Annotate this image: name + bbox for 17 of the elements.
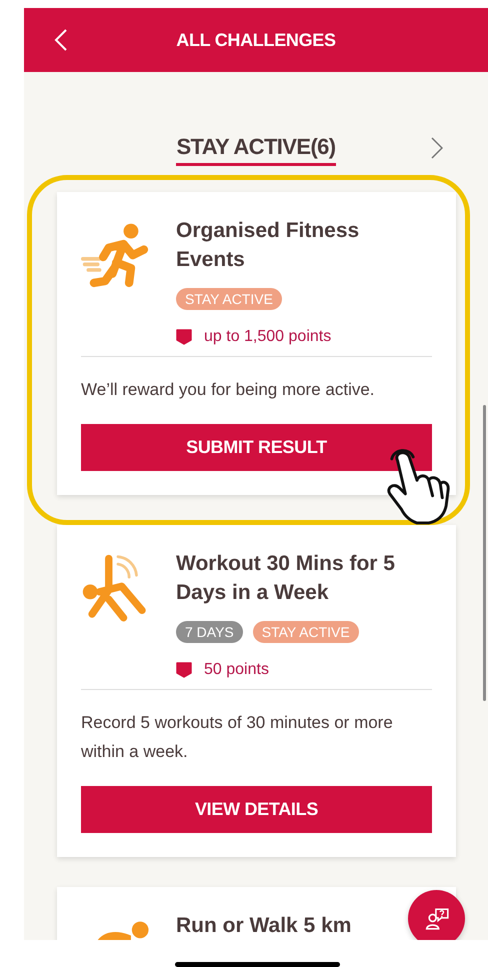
challenge-card[interactable]: Organised Fitness Events STAY ACTIVE up to 1,500 points We’ll reward you for being more active. SUBMIT RESULT [57,192,456,495]
challenge-title: Run or Walk 5 km [176,913,352,939]
challenge-description: We’ll reward you for being more active. [81,379,376,401]
challenge-title: Workout 30 Mins for 5 Days in a Week [176,551,396,606]
challenge-description: Record 5 workouts of 30 minutes or more within a week. [81,712,394,763]
category-tag: STAY ACTIVE [252,621,359,643]
points-text: 50 points [204,661,269,679]
category-tag: STAY ACTIVE [176,288,282,310]
challenge-card[interactable]: Workout 30 Mins for 5 Days in a Week 7 DAYS STAY ACTIVE 50 points Record 5 workouts of 30 minutes or more within a week. VIEW DETAILS [57,525,456,857]
action-button[interactable]: SUBMIT RESULT [81,424,432,471]
page-title: ALL CHALLENGES [176,30,336,50]
category-tab[interactable]: STAY ACTIVE(6) [176,134,336,166]
points-text: up to 1,500 points [204,328,332,346]
action-button[interactable]: VIEW DETAILS [81,786,432,833]
challenge-card[interactable]: Run or Walk 5 km [57,887,405,940]
duration-tag: 7 DAYS [176,621,243,643]
challenge-title: Organised Fitness Events [176,218,360,273]
